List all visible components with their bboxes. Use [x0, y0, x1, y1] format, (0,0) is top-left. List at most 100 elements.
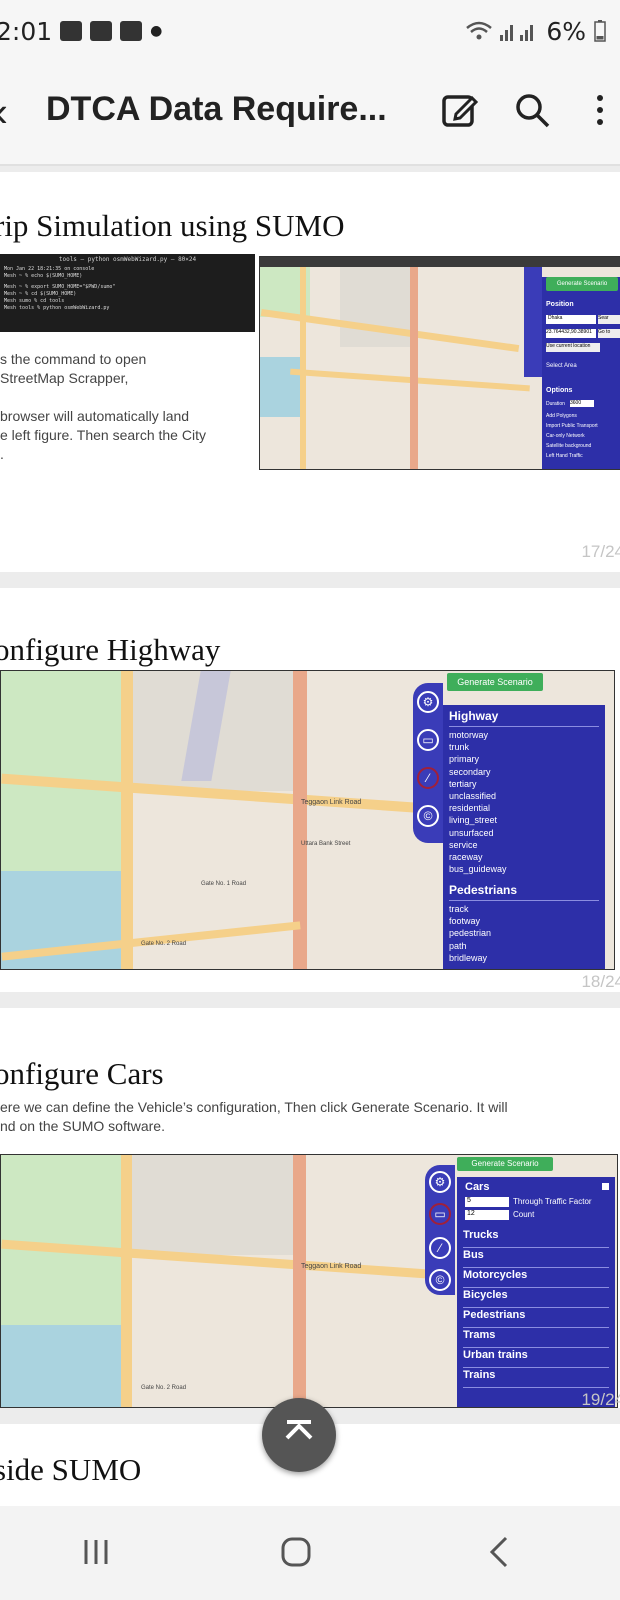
page-heading: side SUMO	[0, 1452, 142, 1487]
option-item[interactable]: Satellite background	[546, 441, 598, 451]
highway-type[interactable]: bus_guideway	[449, 863, 507, 875]
text-line	[0, 388, 206, 407]
car-icon[interactable]: ▭	[429, 1203, 451, 1225]
text-line: .	[0, 446, 4, 462]
vehicle-row[interactable]: Motorcycles	[463, 1269, 609, 1288]
highway-type[interactable]: motorway	[449, 729, 507, 741]
osm-map-screenshot: Teggaon Link Road Gate No. 1 Road Gate N…	[0, 670, 615, 970]
text-line: ere we can define the Vehicle’s configur…	[0, 1099, 508, 1115]
go-to-button[interactable]: Go to	[598, 329, 620, 338]
options-list: Add Polygons Import Public Transport Car…	[546, 411, 598, 461]
vehicle-row[interactable]: Bicycles	[463, 1289, 609, 1308]
search-button[interactable]: Sear	[598, 315, 620, 324]
pedestrians-heading: Pedestrians	[449, 883, 599, 901]
page-number: 17/24	[581, 542, 620, 561]
option-item[interactable]: Left Hand Traffic	[546, 451, 598, 461]
water-area	[260, 357, 300, 417]
pedestrian-type[interactable]: bridleway	[449, 952, 491, 964]
duration-input[interactable]: 3600	[570, 400, 594, 407]
street-label: Gate No. 2 Road	[141, 941, 187, 947]
car-icon[interactable]: ▭	[417, 729, 439, 751]
status-bar: 2:01 ● 6%	[0, 0, 620, 62]
highway-type[interactable]: trunk	[449, 741, 507, 753]
road-icon[interactable]: ⁄	[429, 1237, 451, 1259]
terminal-window: tools — python osmWebWizard.py — 80×24 M…	[0, 254, 255, 332]
highway-type[interactable]: residential	[449, 802, 507, 814]
signal-icon	[500, 25, 534, 41]
street-label: Uttara Bank Street	[301, 841, 351, 847]
terminal-line: Mesh ~ % export SUMO_HOME="$PWD/sumo"	[4, 284, 116, 290]
count-input[interactable]: 12	[465, 1210, 509, 1220]
highway-type[interactable]: raceway	[449, 851, 507, 863]
copyright-icon[interactable]: ©	[417, 805, 439, 827]
search-icon[interactable]	[512, 90, 552, 130]
more-options-icon[interactable]	[580, 90, 620, 130]
scroll-to-top-button[interactable]	[262, 1398, 336, 1472]
pedestrian-type[interactable]: track	[449, 903, 491, 915]
highway-type[interactable]: living_street	[449, 814, 507, 826]
text-line: StreetMap Scrapper,	[0, 370, 129, 386]
pedestrian-type[interactable]: path	[449, 940, 491, 952]
highway-type[interactable]: secondary	[449, 766, 507, 778]
vehicle-row[interactable]: Trucks	[463, 1229, 609, 1248]
pedestrian-list: track footway pedestrian path bridleway	[449, 903, 491, 964]
option-item[interactable]: Add Polygons	[546, 411, 598, 421]
vehicle-row[interactable]: Trains	[463, 1369, 609, 1388]
osm-wizard-panel: Generate Scenario Position Dhaka Sear 23…	[542, 277, 620, 469]
more-notifications-icon: ●	[150, 23, 163, 39]
highway-type[interactable]: unclassified	[449, 790, 507, 802]
checkbox[interactable]	[602, 1183, 609, 1190]
vehicle-row[interactable]: Urban trains	[463, 1349, 609, 1368]
map-tool-strip: ⚙ ▭ ⁄ ©	[425, 1165, 455, 1295]
home-icon[interactable]	[276, 1532, 316, 1572]
highway-type[interactable]: service	[449, 839, 507, 851]
terminal-line: Mon Jan 22 18:21:35 on console	[4, 266, 95, 272]
road	[121, 671, 133, 969]
highway-type[interactable]: primary	[449, 753, 507, 765]
road-icon[interactable]: ⁄	[417, 767, 439, 789]
terminal-line: Mesh ~ % cd $(SUMO_HOME)	[4, 291, 77, 297]
pedestrian-type[interactable]: footway	[449, 915, 491, 927]
traffic-factor-input[interactable]: 5	[465, 1197, 509, 1207]
generate-scenario-button[interactable]: Generate Scenario	[447, 673, 543, 691]
road	[410, 267, 418, 469]
page-number: 18/24	[581, 972, 620, 991]
vehicle-row[interactable]: Trams	[463, 1329, 609, 1348]
terminal-line: Mesh ~ % echo $(SUMO_HOME)	[4, 273, 83, 279]
edit-icon[interactable]	[440, 90, 480, 130]
street-label: Teggaon Link Road	[301, 799, 362, 806]
battery-icon	[594, 20, 606, 42]
city-input[interactable]: Dhaka	[546, 315, 596, 324]
page-heading: rip Simulation using SUMO	[0, 208, 345, 243]
settings-icon[interactable]: ⚙	[429, 1171, 451, 1193]
generate-scenario-button[interactable]: Generate Scenario	[546, 277, 618, 291]
highway-type[interactable]: tertiary	[449, 778, 507, 790]
copyright-icon[interactable]: ©	[429, 1269, 451, 1291]
terminal-title: tools — python osmWebWizard.py — 80×24	[58, 256, 197, 263]
vehicle-row[interactable]: Pedestrians	[463, 1309, 609, 1328]
road	[121, 1155, 132, 1407]
map-tool-strip	[524, 267, 542, 377]
street-label: Gate No. 2 Road	[141, 1385, 187, 1391]
highway-type[interactable]: unsurfaced	[449, 827, 507, 839]
use-location-button[interactable]: Use current location	[546, 343, 600, 352]
highway-panel: Highway motorway trunk primary secondary…	[443, 705, 605, 969]
browser-toolbar	[260, 257, 620, 267]
page-heading: onfigure Cars	[0, 1056, 164, 1091]
gallery-notification-icon	[90, 21, 113, 41]
generate-scenario-button[interactable]: Generate Scenario	[457, 1157, 553, 1171]
browser-map-screenshot: Generate Scenario Position Dhaka Sear 23…	[259, 256, 620, 470]
recent-apps-icon[interactable]	[76, 1532, 116, 1572]
coords-input[interactable]: 23.764432,90.38901	[546, 329, 596, 338]
count-label: Count	[513, 1210, 535, 1219]
option-item[interactable]: Import Public Transport	[546, 421, 598, 431]
settings-icon[interactable]: ⚙	[417, 691, 439, 713]
back-arrow-icon[interactable]: ‹	[0, 88, 8, 136]
select-area-label[interactable]: Select Area	[546, 363, 577, 369]
chevron-up-icon	[285, 1420, 313, 1440]
pdf-page-17: rip Simulation using SUMO tools — python…	[0, 172, 620, 572]
pedestrian-type[interactable]: pedestrian	[449, 927, 491, 939]
back-icon[interactable]	[480, 1532, 520, 1572]
option-item[interactable]: Car-only Network	[546, 431, 598, 441]
vehicle-row[interactable]: Bus	[463, 1249, 609, 1268]
